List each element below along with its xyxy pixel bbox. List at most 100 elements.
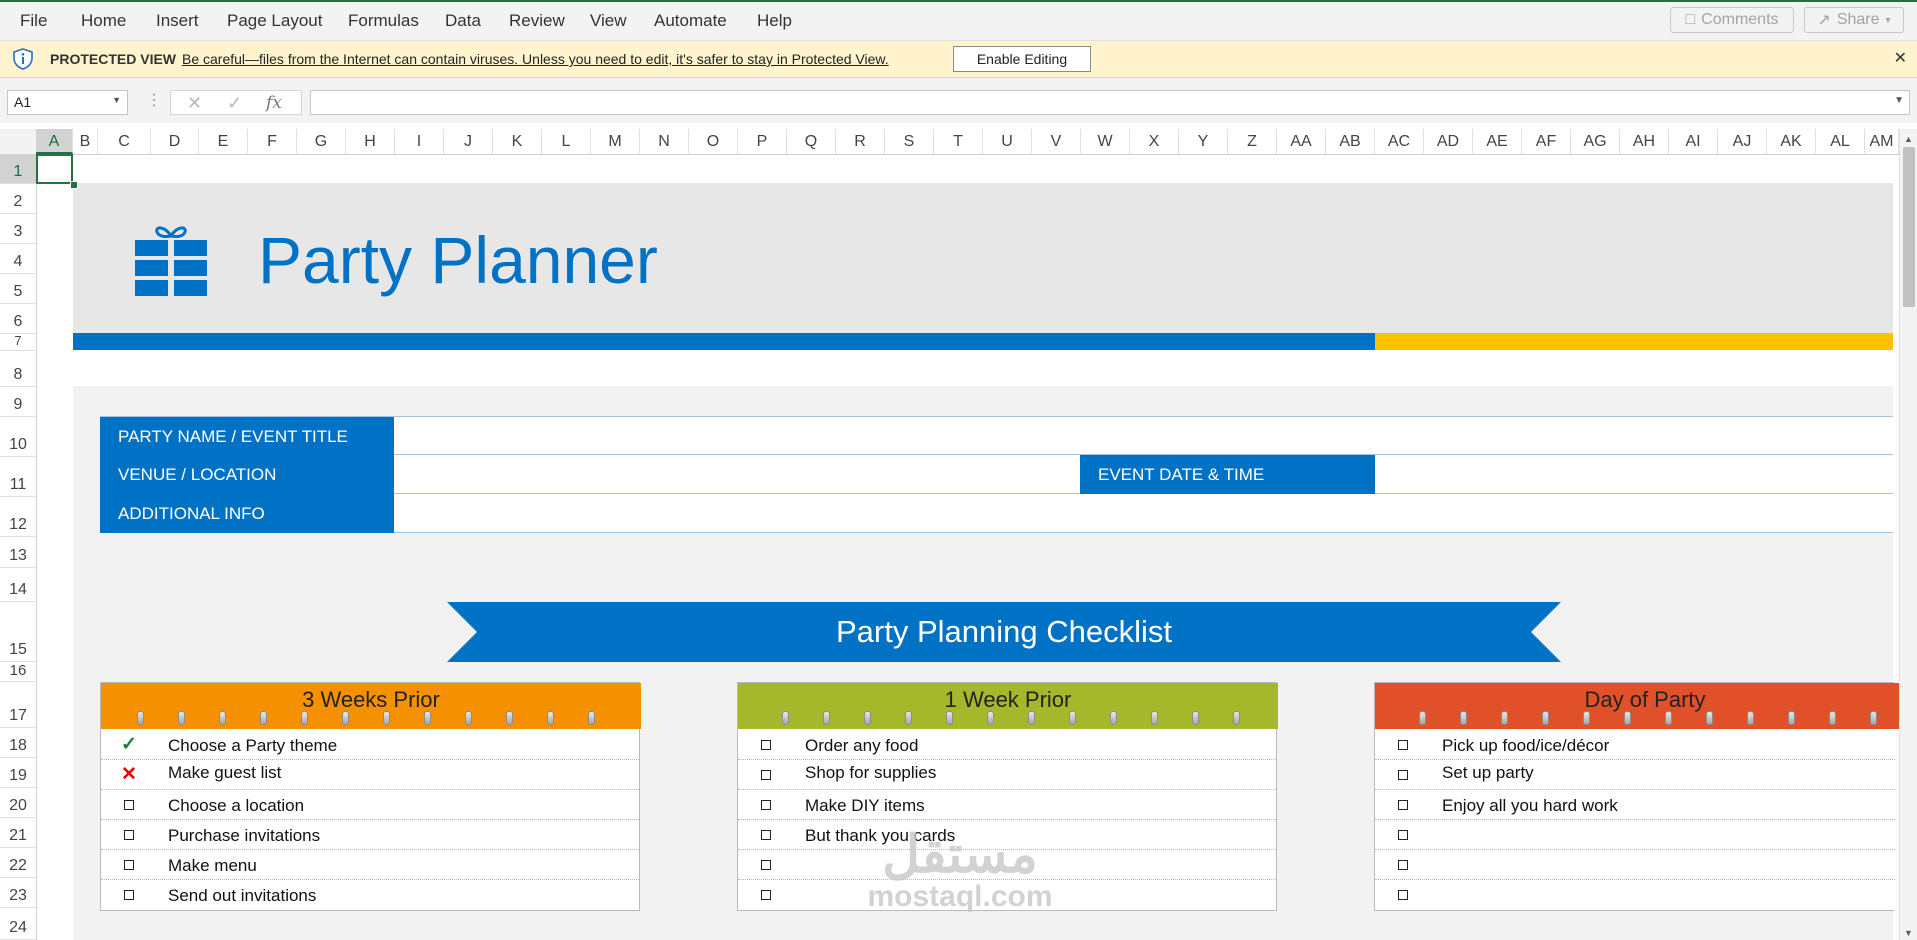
scroll-up-icon[interactable]: ▲	[1904, 134, 1913, 144]
checklist-item[interactable]: Send out invitations	[101, 880, 639, 910]
checkmark-icon[interactable]: ✓	[120, 735, 138, 754]
column-header[interactable]: W	[1081, 129, 1130, 154]
column-header[interactable]: V	[1032, 129, 1081, 154]
checklist-item[interactable]: Pick up food/ice/décor	[1375, 730, 1895, 760]
column-header[interactable]: H	[346, 129, 395, 154]
checkbox-icon[interactable]	[120, 796, 138, 814]
column-header[interactable]: E	[199, 129, 248, 154]
checklist-item[interactable]: ✕ Make guest list	[101, 760, 639, 790]
column-header[interactable]: Q	[787, 129, 836, 154]
row-header[interactable]: 17	[0, 682, 36, 728]
row-header[interactable]: 5	[0, 274, 36, 304]
row-header[interactable]: 18	[0, 728, 36, 758]
scroll-down-icon[interactable]: ▼	[1904, 928, 1913, 938]
checklist-item[interactable]: Make DIY items	[738, 790, 1276, 820]
row-header[interactable]: 1	[0, 154, 36, 184]
checklist-item[interactable]: Shop for supplies	[738, 760, 1276, 790]
row-header[interactable]: 10	[0, 417, 36, 457]
row-header[interactable]: 13	[0, 537, 36, 568]
menu-automate[interactable]: Automate	[654, 11, 727, 31]
checkbox-icon[interactable]	[757, 796, 775, 814]
checkbox-icon[interactable]	[120, 886, 138, 904]
insert-function-icon[interactable]: fx	[266, 93, 282, 113]
checkbox-icon[interactable]	[1394, 736, 1412, 754]
row-header[interactable]: 2	[0, 184, 36, 214]
row-header[interactable]: 21	[0, 818, 36, 848]
column-header[interactable]: AA	[1277, 129, 1326, 154]
cross-icon[interactable]: ✕	[120, 765, 138, 784]
row-header[interactable]: 7	[0, 333, 36, 351]
enable-editing-button[interactable]: Enable Editing	[953, 46, 1091, 72]
column-header[interactable]: AF	[1522, 129, 1571, 154]
venue-row[interactable]: VENUE / LOCATION EVENT DATE & TIME	[100, 455, 1893, 494]
column-header[interactable]: I	[395, 129, 444, 154]
row-header[interactable]: 22	[0, 848, 36, 878]
row-header[interactable]: 14	[0, 568, 36, 602]
row-header[interactable]: 24	[0, 908, 36, 940]
comments-button[interactable]: □ Comments	[1670, 7, 1794, 33]
column-header[interactable]: AC	[1375, 129, 1424, 154]
column-header[interactable]: M	[591, 129, 640, 154]
column-header[interactable]: C	[98, 129, 151, 154]
checklist-item[interactable]	[1375, 820, 1895, 850]
formula-input[interactable]: ▼	[310, 90, 1910, 115]
row-header[interactable]: 9	[0, 387, 36, 417]
menu-file[interactable]: File	[20, 11, 47, 31]
menu-view[interactable]: View	[590, 11, 627, 31]
column-header[interactable]: U	[983, 129, 1032, 154]
row-header[interactable]: 20	[0, 788, 36, 818]
checklist-item[interactable]: Set up party	[1375, 760, 1895, 790]
fill-handle[interactable]	[70, 181, 78, 189]
row-header[interactable]: 15	[0, 602, 36, 662]
select-all-corner[interactable]	[0, 129, 37, 154]
close-icon[interactable]: ✕	[1894, 48, 1907, 68]
checkbox-icon[interactable]	[757, 886, 775, 904]
checkbox-icon[interactable]	[120, 826, 138, 844]
checkbox-icon[interactable]	[1394, 856, 1412, 874]
more-options-icon[interactable]: ⋮	[146, 90, 162, 110]
column-header[interactable]: L	[542, 129, 591, 154]
column-header[interactable]: AH	[1620, 129, 1669, 154]
column-header[interactable]: B	[73, 129, 98, 154]
checkbox-icon[interactable]	[757, 736, 775, 754]
column-header[interactable]: S	[885, 129, 934, 154]
column-header[interactable]: A	[36, 129, 73, 154]
column-header[interactable]: K	[493, 129, 542, 154]
column-header[interactable]: D	[151, 129, 199, 154]
column-header[interactable]: N	[640, 129, 689, 154]
name-box[interactable]: A1 ▼	[7, 90, 128, 115]
column-header[interactable]: F	[248, 129, 297, 154]
row-header[interactable]: 8	[0, 351, 36, 387]
row-header[interactable]: 4	[0, 244, 36, 274]
menu-home[interactable]: Home	[81, 11, 126, 31]
cancel-icon[interactable]: ✕	[187, 93, 202, 114]
active-cell-a1[interactable]	[36, 154, 73, 184]
row-header[interactable]: 6	[0, 304, 36, 334]
column-header[interactable]: J	[444, 129, 493, 154]
column-header[interactable]: O	[689, 129, 738, 154]
column-header[interactable]: G	[297, 129, 346, 154]
checklist-item[interactable]: Enjoy all you hard work	[1375, 790, 1895, 820]
column-header[interactable]: R	[836, 129, 885, 154]
menu-insert[interactable]: Insert	[156, 11, 199, 31]
protected-view-message[interactable]: Be careful—files from the Internet can c…	[182, 51, 889, 67]
menu-data[interactable]: Data	[445, 11, 481, 31]
vertical-scrollbar[interactable]: ▲ ▼	[1899, 129, 1917, 940]
column-header[interactable]: Z	[1228, 129, 1277, 154]
menu-help[interactable]: Help	[757, 11, 792, 31]
share-button[interactable]: ↗ Share ▾	[1804, 7, 1904, 33]
checkbox-icon[interactable]	[1394, 766, 1412, 784]
checklist-item[interactable]: Choose a location	[101, 790, 639, 820]
row-header[interactable]: 11	[0, 457, 36, 497]
row-header[interactable]: 12	[0, 497, 36, 537]
checkbox-icon[interactable]	[120, 856, 138, 874]
scrollbar-thumb[interactable]	[1903, 147, 1915, 307]
additional-info-row[interactable]: ADDITIONAL INFO	[100, 494, 1893, 533]
checklist-item[interactable]: Make menu	[101, 850, 639, 880]
row-header[interactable]: 23	[0, 878, 36, 908]
checkbox-icon[interactable]	[1394, 886, 1412, 904]
row-header[interactable]: 19	[0, 758, 36, 788]
column-header[interactable]: Y	[1179, 129, 1228, 154]
checklist-item[interactable]	[1375, 880, 1895, 910]
checkbox-icon[interactable]	[757, 856, 775, 874]
